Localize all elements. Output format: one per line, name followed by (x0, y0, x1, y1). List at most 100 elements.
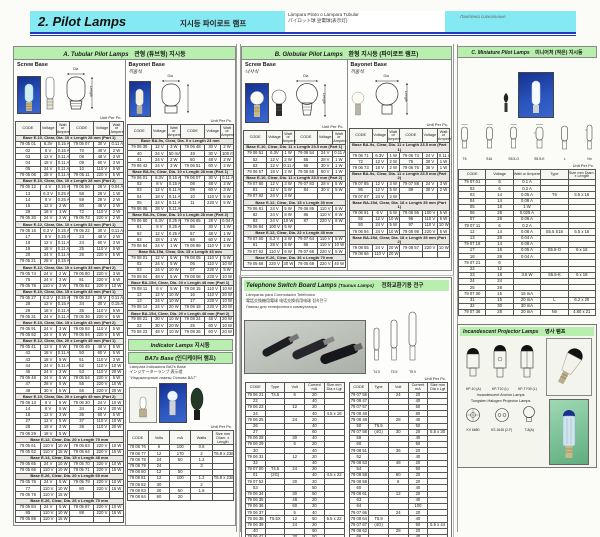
telephone-title-suffix: (Taunus Lamps) (338, 283, 373, 288)
table-cell: 100 V (267, 224, 282, 230)
globular-bulb-icon (250, 90, 264, 122)
group-header: Base E-10, Clear, Dia. 10 x Length 28 mm… (16, 179, 124, 185)
table-cell: 15 W (110, 486, 123, 492)
telephone-tables: CODETypeVoltCurrent mASize mm Dia x Lgt 7… (244, 382, 449, 537)
table-cell: 79 07 88 (399, 181, 422, 187)
group-header-row: Base E-12, Clear, Dia. 15 x Length 30 mm (244, 200, 346, 206)
ba7s-base-header: BA7s Base (인디케이터 램프) (128, 352, 234, 364)
table-cell: 10 W (221, 286, 234, 292)
dia-dimension-label: Dia (168, 74, 173, 78)
table-cell: 10 W (167, 292, 180, 298)
group-header-row: Base E-26, Clear, Dia. 20 x Length 60 mm (16, 474, 124, 480)
group-header-row: Base E-10, Clear, Dia. 15 x Length 43 mm… (16, 289, 124, 295)
column-header: Watt or Ampere (387, 129, 399, 143)
table-cell: 0.11 A (333, 150, 345, 156)
table-cell: 20 W (110, 425, 123, 431)
table-cell: 79 07 85 (349, 181, 372, 187)
table-cell: 15 W (110, 510, 123, 516)
table-row: 79 08 77121702T6.8 x 23mm (127, 451, 234, 457)
table-cell: 79 08 58 (349, 473, 369, 479)
table-cell: 79 06 34 (246, 491, 266, 497)
c-diagram-strip: T6 S16 S5.5-O S5.5-K L Nn (459, 122, 595, 161)
tubular-lamp-photo (17, 76, 41, 114)
table-cell: 110 V (40, 516, 56, 522)
table-cell: 20 W (110, 388, 123, 394)
table-cell: 20 W (387, 245, 399, 251)
table-cell: 79 08 78 (127, 457, 148, 463)
bayonet-base-label-korean: 끼움식 (129, 68, 236, 75)
table-cell: 79 08 53 (349, 460, 369, 466)
table-cell: 79 06 36 (246, 503, 266, 509)
table-cell: T6.8 x 23mm (212, 451, 233, 457)
tube-lamp-outline-icon (372, 327, 381, 365)
table-cell: 220 V (422, 229, 437, 235)
table-row: 79 05 68220 V30 W79 05 69220 V40 W (244, 261, 346, 267)
projector-lamps-header: Incandescent Projector Lamps 영사 램프 (460, 327, 594, 336)
group-header-row: Base E-26, Clear, Dia. 26 x Length 70 mm (16, 498, 124, 504)
table-cell: 20 W (110, 369, 123, 375)
table-cell: 110 V (318, 206, 333, 212)
indicator-lamp-dark-icon (189, 387, 205, 423)
group-header-row: Base E-10, Clear, Dia. 15 x Length 43 mm… (16, 320, 124, 326)
info-line: パイロット球 豆電球(表示灯) (288, 18, 442, 24)
table-header-row: CODEVoltsmAWattsSize mm Diam. x Length (127, 431, 234, 445)
mini-lamp-outline-icon (459, 122, 470, 152)
table-cell: 0.11 A (56, 166, 69, 172)
a-bayonet-image-row: Dia (129, 77, 234, 117)
table-cell: 60 (148, 494, 169, 500)
table-cell (69, 516, 94, 522)
tubular-bulb-icon (43, 76, 57, 114)
section-b-header: B. Globular Pilot Lamps 환형 지시등 (파이로트 램프) (241, 46, 452, 60)
telephone-diagram-label: T5.5 (389, 370, 399, 374)
table-cell: 50 mA (167, 151, 180, 157)
table-cell: 10 W (333, 243, 345, 249)
table-cell: 0.11 A (56, 308, 69, 314)
ba7s-lamp-photo (129, 387, 157, 423)
group-header: Base E-12, Clear, Dia. 10 x Length 33 mm… (16, 265, 124, 271)
column-header: Watt or Ampere (110, 122, 123, 136)
table-cell: 79 08 77 (127, 451, 148, 457)
column-header: Voltage (422, 129, 437, 143)
b-bayonet-base-subcolumn: Bayonet Base 끼움식 Dia Length (347, 60, 452, 270)
group-header: Base BA-9s, Clear, Dia. 11 x Length 23.5… (349, 171, 450, 181)
dia-dimension-label: Dia (384, 74, 389, 78)
table-cell: 110 V (422, 222, 437, 228)
telephone-title-korean: 전화교환기용 전구 (381, 283, 423, 289)
table-cell: 20 W (167, 323, 180, 329)
table-cell: 0.11 A (437, 153, 449, 159)
table-cell: 79 08 47 (349, 398, 369, 404)
table-cell: 79 06 39 (246, 522, 266, 528)
unit-note: Unit Per Pc. (14, 115, 122, 120)
table-cell: 0.11 A (282, 163, 294, 169)
group-header: Base BA-15d, Clear, Dia. 20 x Length 48 … (127, 280, 234, 286)
column-header: Watt or Ampere (167, 125, 180, 139)
table-cell: 0.25 A (167, 218, 180, 224)
group-header: Base E-12, Clear, Dia. 20 x Length 45 mm… (16, 338, 124, 344)
table-cell: 20 W (221, 329, 234, 335)
table-cell: 10 W (167, 317, 180, 323)
table-cell: 20 W (221, 304, 234, 310)
table-cell: 10 W (387, 216, 399, 222)
globular-lamp-photo (245, 83, 269, 123)
projector-diagram-label: KP-TY30 (L) (518, 387, 537, 391)
group-header-row: Base BA-9s, Clear, Dia. 11 x Length 23.5… (349, 171, 450, 181)
table-header-row: CODETypeVoltCurrent mASize mm Dia x Lgt (246, 382, 345, 392)
column-header: CODE (127, 431, 148, 445)
table-header-row: CODEVoltageWatt or AmpereCODEVoltageWatt… (127, 125, 234, 139)
telephone-diagram-label: T5.9 (407, 370, 418, 374)
base-circle-icon (465, 407, 481, 423)
table-cell: 0.25 A (56, 197, 69, 203)
column-header: mA (170, 431, 191, 445)
b-screw-table: CODEVoltageWatt or AmpereCODEVoltageWatt… (243, 130, 346, 268)
group-header-row: Base BA-9s, Clear, Dia. 11 x Length 23.5… (349, 142, 450, 152)
table-cell: 79 08 55 (349, 245, 372, 251)
table-cell: 0.15 A (110, 301, 123, 307)
table-cell: 79 07 87 (349, 194, 372, 200)
table-cell: 0.11 A (56, 172, 69, 178)
projector-caption: Incandescent Anchor Lamps (460, 393, 541, 397)
tubular-lamp-photo (129, 81, 151, 117)
telephone-lamps-icon (247, 323, 363, 371)
miniature-diagram-label: S16 (484, 157, 495, 161)
miniature-diagram: Nn (584, 122, 595, 161)
table-cell: 79 08 76 (127, 444, 148, 450)
